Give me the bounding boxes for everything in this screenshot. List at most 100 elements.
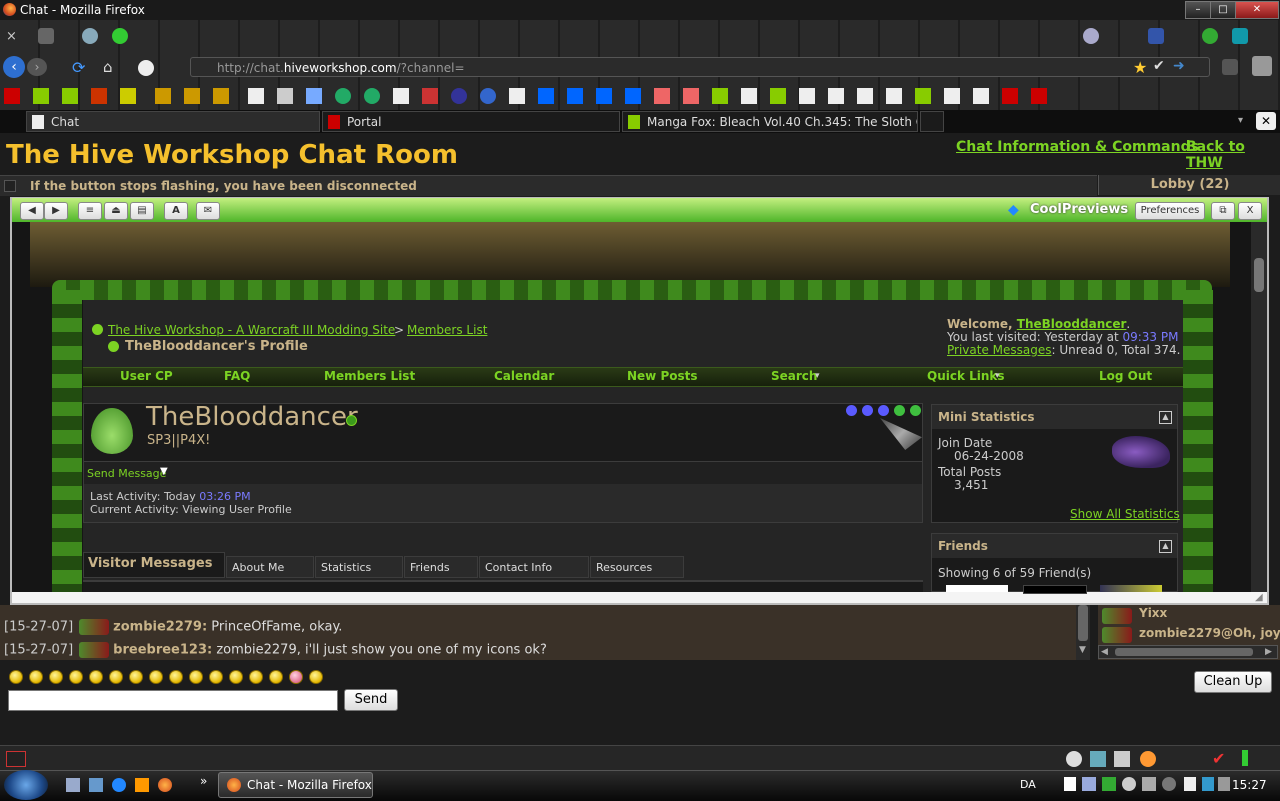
- page-bookmark-icon-2[interactable]: [277, 88, 293, 104]
- x-bookmark-icon[interactable]: [654, 88, 670, 104]
- smiley-icon-11[interactable]: [209, 670, 223, 684]
- search-engine-icon[interactable]: [1222, 59, 1238, 75]
- status-addon-icon-4[interactable]: [1140, 751, 1156, 767]
- preview-scrollbar[interactable]: [1251, 222, 1267, 592]
- page-bookmark-icon-5[interactable]: [741, 88, 757, 104]
- eye-bookmark-icon-2[interactable]: [364, 88, 380, 104]
- send-button[interactable]: Send: [344, 689, 398, 711]
- close-window-button[interactable]: ✕: [1235, 1, 1279, 19]
- h-bookmark-icon-3[interactable]: [213, 88, 229, 104]
- home-icon[interactable]: ⌂: [103, 58, 113, 76]
- smiley-icon-5[interactable]: [89, 670, 103, 684]
- user-list-hscrollbar[interactable]: ◀ ▶: [1098, 645, 1278, 659]
- scroll-left-icon[interactable]: ◀: [1101, 647, 1108, 657]
- status-addon-icon[interactable]: [1066, 751, 1082, 767]
- hive-bookmark-icon-4[interactable]: [770, 88, 786, 104]
- scroll-right-icon[interactable]: ▶: [1265, 647, 1272, 657]
- collapse-icon-2[interactable]: ▲: [1159, 540, 1172, 553]
- back-button[interactable]: ‹: [3, 56, 25, 78]
- preferences-button[interactable]: Preferences: [1135, 202, 1205, 220]
- windows-icon[interactable]: [1252, 56, 1272, 76]
- status-addon-icon-3[interactable]: [1114, 751, 1130, 767]
- h-bookmark-icon-2[interactable]: [184, 88, 200, 104]
- extension-icon[interactable]: [1083, 28, 1099, 44]
- hscroll-thumb[interactable]: [1115, 648, 1253, 656]
- url-bar[interactable]: http://chat.hiveworkshop.com/?channel=: [190, 57, 1210, 77]
- hive-bookmark-icon-5[interactable]: [915, 88, 931, 104]
- go-arrow-icon[interactable]: ➜: [1173, 58, 1185, 74]
- preview-stack-icon[interactable]: ≡: [78, 202, 102, 220]
- tray-icon-6[interactable]: [1162, 777, 1176, 791]
- breadcrumb-members-link[interactable]: Members List: [407, 323, 487, 337]
- chat-info-link[interactable]: Chat Information & Commands: [956, 139, 1199, 155]
- bookmark-icon[interactable]: [91, 88, 107, 104]
- blue-bookmark-icon[interactable]: [538, 88, 554, 104]
- user-list-item[interactable]: Yixx: [1139, 606, 1167, 620]
- tab-contact-info[interactable]: Contact Info: [479, 556, 589, 578]
- eye-bookmark-icon[interactable]: [335, 88, 351, 104]
- nav-new-posts[interactable]: New Posts: [627, 369, 698, 383]
- new-tab-button[interactable]: [920, 111, 944, 132]
- bookmark-icon-2[interactable]: [451, 88, 467, 104]
- chat-nick[interactable]: breebree123:: [113, 643, 212, 658]
- taskbar-clock[interactable]: 15:27: [1232, 778, 1267, 792]
- theme-icon[interactable]: [138, 60, 154, 76]
- tab-manga[interactable]: Manga Fox: Bleach Vol.40 Ch.345: The Slo…: [622, 111, 918, 132]
- preview-scrollbar-thumb[interactable]: [1254, 258, 1264, 292]
- flag-bookmark-icon[interactable]: [422, 88, 438, 104]
- preview-eject-icon[interactable]: ⏏: [104, 202, 128, 220]
- extension-icon-2[interactable]: [1148, 28, 1164, 44]
- youtube-bookmark-icon[interactable]: [4, 88, 20, 104]
- scroll-down-icon[interactable]: ▼: [1079, 645, 1086, 655]
- hive-bookmark-icon-3[interactable]: [712, 88, 728, 104]
- nav-search[interactable]: Search: [771, 369, 817, 383]
- bookmark-icon-3[interactable]: [480, 88, 496, 104]
- tray-icon-4[interactable]: [1122, 777, 1136, 791]
- smiley-icon-13[interactable]: [249, 670, 263, 684]
- close-tab-icon[interactable]: ✕: [1256, 112, 1276, 130]
- addon-icon[interactable]: [112, 28, 128, 44]
- blue-bookmark-icon-3[interactable]: [596, 88, 612, 104]
- friend-avatar-2[interactable]: [1023, 585, 1087, 594]
- smiley-icon[interactable]: [9, 670, 23, 684]
- smiley-icon-14[interactable]: [269, 670, 283, 684]
- collapse-icon[interactable]: ▲: [1159, 411, 1172, 424]
- chat-message-input[interactable]: [8, 690, 338, 711]
- page-bookmark-icon-9[interactable]: [886, 88, 902, 104]
- chat-scrollbar-thumb[interactable]: [1078, 605, 1088, 641]
- close-toolbar-icon[interactable]: ×: [6, 29, 17, 44]
- tray-power-icon[interactable]: [1218, 777, 1230, 791]
- tray-network-icon[interactable]: [1184, 777, 1196, 791]
- blue-bookmark-icon-2[interactable]: [567, 88, 583, 104]
- smiley-icon-15[interactable]: [289, 670, 303, 684]
- tab-chat[interactable]: Chat: [26, 111, 320, 132]
- menu-icon[interactable]: [38, 28, 54, 44]
- preview-forward-button[interactable]: ▶: [44, 202, 68, 220]
- forward-button[interactable]: ›: [27, 58, 47, 76]
- smiley-icon-7[interactable]: [129, 670, 143, 684]
- status-icon[interactable]: [6, 751, 26, 767]
- search-dropdown-icon[interactable]: ▾: [815, 371, 820, 381]
- tray-icon[interactable]: [1064, 777, 1076, 791]
- welcome-user-link[interactable]: TheBlooddancer: [1017, 317, 1127, 331]
- smiley-icon-3[interactable]: [49, 670, 63, 684]
- start-button[interactable]: [4, 770, 48, 800]
- smiley-icon-9[interactable]: [169, 670, 183, 684]
- check-icon[interactable]: ✔: [1153, 58, 1165, 74]
- resize-grip-icon[interactable]: ◢: [1255, 592, 1263, 603]
- show-desktop-icon[interactable]: [89, 778, 103, 792]
- smiley-icon-6[interactable]: [109, 670, 123, 684]
- quick-links-dropdown-icon[interactable]: ▾: [995, 371, 1000, 381]
- nav-log-out[interactable]: Log Out: [1099, 369, 1152, 383]
- status-check-icon[interactable]: ✔: [1212, 749, 1225, 768]
- tray-icon-3[interactable]: [1102, 777, 1116, 791]
- page-bookmark-icon-8[interactable]: [857, 88, 873, 104]
- media-icon[interactable]: [135, 778, 149, 792]
- language-indicator[interactable]: DA: [1020, 778, 1036, 791]
- quicklaunch-icon[interactable]: [66, 778, 80, 792]
- preview-page-icon[interactable]: ▤: [130, 202, 154, 220]
- wikipedia-bookmark-icon[interactable]: [120, 88, 136, 104]
- preview-email-icon[interactable]: ✉: [196, 202, 220, 220]
- maximize-button[interactable]: □: [1210, 1, 1236, 19]
- minimize-button[interactable]: –: [1185, 1, 1211, 19]
